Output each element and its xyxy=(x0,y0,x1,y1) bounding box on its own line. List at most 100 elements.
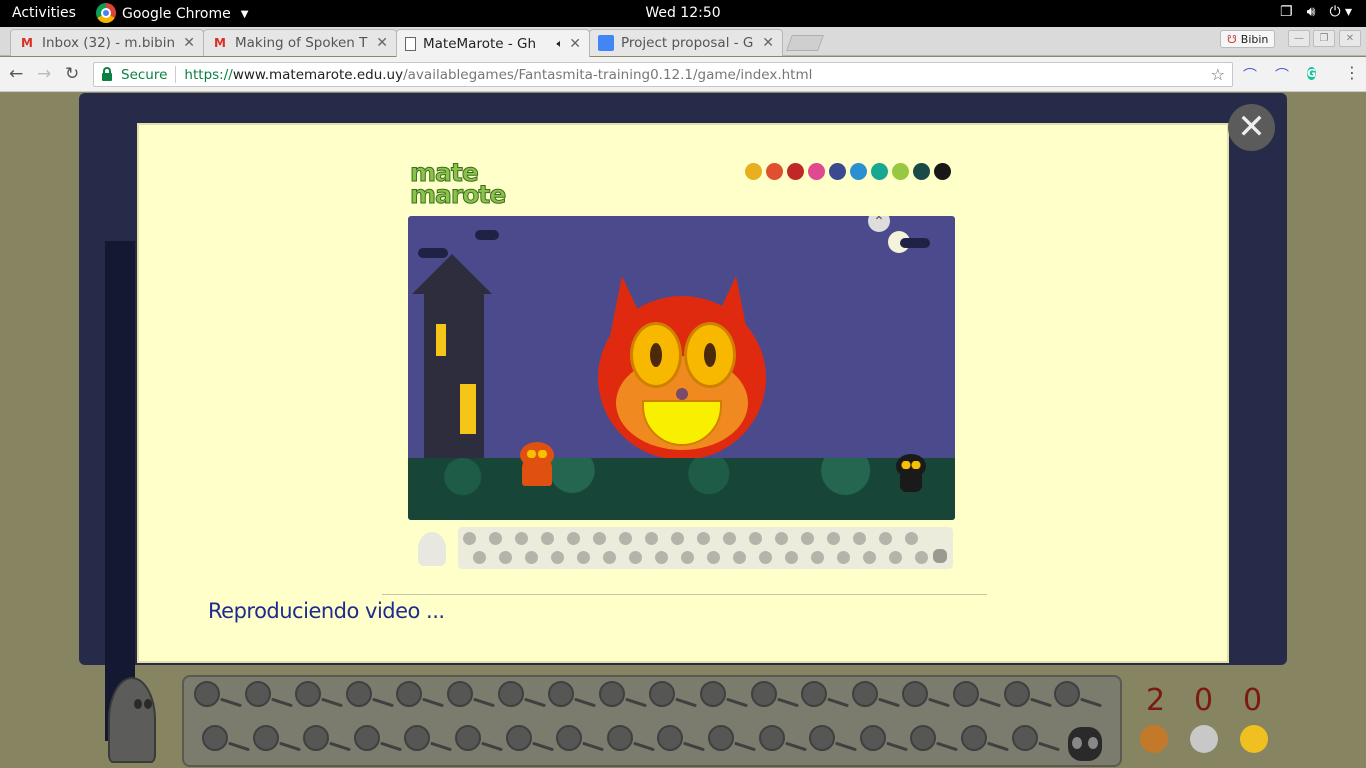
close-tab-icon[interactable]: ✕ xyxy=(569,36,581,52)
reload-icon[interactable]: ↻ xyxy=(65,64,79,84)
app-menu[interactable]: Google Chrome ▼ xyxy=(96,3,248,23)
gmail-icon: M xyxy=(21,36,33,50)
secure-label[interactable]: Secure xyxy=(121,67,167,83)
page-icon xyxy=(405,36,416,51)
url-text[interactable]: https://www.matemarote.edu.uy/availableg… xyxy=(184,67,812,83)
tab-making-of-spoken[interactable]: M Making of Spoken T ✕ xyxy=(203,29,397,56)
color-swatch[interactable] xyxy=(829,163,846,180)
cat-eye xyxy=(630,322,682,388)
silver-medal-icon xyxy=(1190,725,1218,753)
yarn-ball-icon xyxy=(497,681,524,707)
yarn-ball-icon xyxy=(1003,681,1030,707)
color-swatch[interactable] xyxy=(871,163,888,180)
color-swatch[interactable] xyxy=(787,163,804,180)
yarn-tail xyxy=(523,697,546,708)
bushes xyxy=(408,458,955,520)
close-video-icon[interactable]: ⌃ xyxy=(868,216,890,232)
profile-name: Bibin xyxy=(1240,32,1269,46)
tower-window xyxy=(460,384,476,434)
forward-arrow-icon[interactable]: → xyxy=(37,64,51,84)
tab-strip: M Inbox (32) - m.bibin ✕ M Making of Spo… xyxy=(0,27,1366,57)
close-tab-icon[interactable]: ✕ xyxy=(762,35,774,51)
audio-playing-icon[interactable]: 🔈︎ xyxy=(557,37,564,51)
color-swatch[interactable] xyxy=(850,163,867,180)
yarn-ball-icon xyxy=(657,725,684,751)
color-swatch[interactable] xyxy=(766,163,783,180)
back-arrow-icon[interactable]: ← xyxy=(9,64,23,84)
yarn-tail xyxy=(784,741,807,752)
yarn-ball-icon xyxy=(889,551,902,564)
close-modal-button[interactable]: ✕ xyxy=(1228,104,1275,151)
tab-title: Making of Spoken T xyxy=(235,35,368,51)
bookmark-star-icon[interactable]: ☆ xyxy=(1211,65,1225,84)
yarn-tail xyxy=(632,741,655,752)
docs-icon xyxy=(598,35,614,51)
minimize-button[interactable]: — xyxy=(1288,30,1310,47)
yarn-ball-icon xyxy=(1011,725,1038,751)
yarn-ball-icon xyxy=(915,551,928,564)
yarn-ball-icon xyxy=(708,725,734,751)
yarn-ball-icon xyxy=(556,725,583,751)
color-swatch[interactable] xyxy=(892,163,909,180)
window-icon[interactable]: ❐ xyxy=(1280,4,1293,20)
profile-button[interactable]: ☋ Bibin xyxy=(1220,30,1276,48)
yarn-tail xyxy=(278,741,301,752)
video-scene[interactable]: ⌃ xyxy=(408,216,955,520)
yarn-ball-icon xyxy=(447,681,473,707)
yarn-tail xyxy=(979,697,1001,708)
power-icon[interactable]: ⏻ ▾ xyxy=(1329,4,1352,20)
cat-icon xyxy=(933,549,947,563)
score-bronze: 2 xyxy=(1146,683,1166,718)
system-tray[interactable]: ❐ 🔊︎ ⏻ ▾ xyxy=(1280,4,1352,20)
extension-mask-icon[interactable]: ⌒ xyxy=(1243,65,1257,85)
score-gold: 0 xyxy=(1243,683,1263,718)
tab-inbox[interactable]: M Inbox (32) - m.bibin ✕ xyxy=(10,29,204,56)
yarn-ball-icon xyxy=(759,551,772,564)
url-host: www.matemarote.edu.uy xyxy=(232,66,404,83)
tab-project-proposal[interactable]: Project proposal - G ✕ xyxy=(589,29,783,56)
volume-icon[interactable]: 🔊︎ xyxy=(1307,4,1316,20)
grammarly-icon: G xyxy=(1307,67,1317,80)
lock-icon[interactable] xyxy=(102,66,112,81)
close-tab-icon[interactable]: ✕ xyxy=(183,35,195,51)
yarn-tail xyxy=(371,697,394,708)
chrome-logo-icon xyxy=(96,3,116,23)
cat-eyes xyxy=(526,450,548,458)
yarn-ball-icon xyxy=(619,532,632,545)
color-swatch[interactable] xyxy=(913,163,930,180)
yarn-progress-bar xyxy=(182,675,1122,767)
yarn-tail xyxy=(473,697,495,708)
page-content: mate marote ⌃ Reproduciendo video ... ✕ … xyxy=(0,93,1366,768)
menu-kebab-icon[interactable]: ⋮ xyxy=(1344,63,1360,82)
cat-eye xyxy=(684,322,736,388)
tab-matemarote[interactable]: MateMarote - Gh 🔈︎ ✕ xyxy=(396,29,590,57)
activities-button[interactable]: Activities xyxy=(12,5,76,21)
yarn-ball-icon xyxy=(463,532,476,545)
matemarote-logo-line2[interactable]: marote xyxy=(409,182,506,208)
close-tab-icon[interactable]: ✕ xyxy=(376,35,388,51)
yarn-ball-icon xyxy=(345,681,372,707)
yarn-ball-icon xyxy=(515,532,528,545)
yarn-ball-icon xyxy=(525,551,538,564)
color-swatch[interactable] xyxy=(934,163,951,180)
extension-mask-icon[interactable]: ⌒ xyxy=(1275,65,1289,85)
yarn-ball-icon xyxy=(681,551,694,564)
grammarly-extension[interactable]: G xyxy=(1307,65,1317,82)
yarn-ball-icon xyxy=(606,725,633,751)
yarn-ball-icon xyxy=(541,532,554,545)
yarn-ball-icon xyxy=(961,725,987,751)
maximize-button[interactable]: ❐ xyxy=(1313,30,1335,47)
yarn-ball-icon xyxy=(548,681,575,707)
yarn-ball-icon xyxy=(244,681,271,707)
color-swatch[interactable] xyxy=(745,163,762,180)
color-swatch[interactable] xyxy=(808,163,825,180)
address-bar[interactable]: Secure https://www.matemarote.edu.uy/ava… xyxy=(93,62,1233,87)
yarn-ball-icon xyxy=(404,725,431,751)
yarn-ball-icon xyxy=(750,681,777,707)
new-tab-button[interactable] xyxy=(786,35,824,51)
yarn-ball-icon xyxy=(863,551,876,564)
yarn-tail xyxy=(228,741,250,752)
gnome-top-bar: Activities Google Chrome ▼ Wed 12:50 ❐ 🔊… xyxy=(0,0,1366,27)
close-window-button[interactable]: ✕ xyxy=(1339,30,1361,47)
tab-title: MateMarote - Gh xyxy=(423,35,537,52)
